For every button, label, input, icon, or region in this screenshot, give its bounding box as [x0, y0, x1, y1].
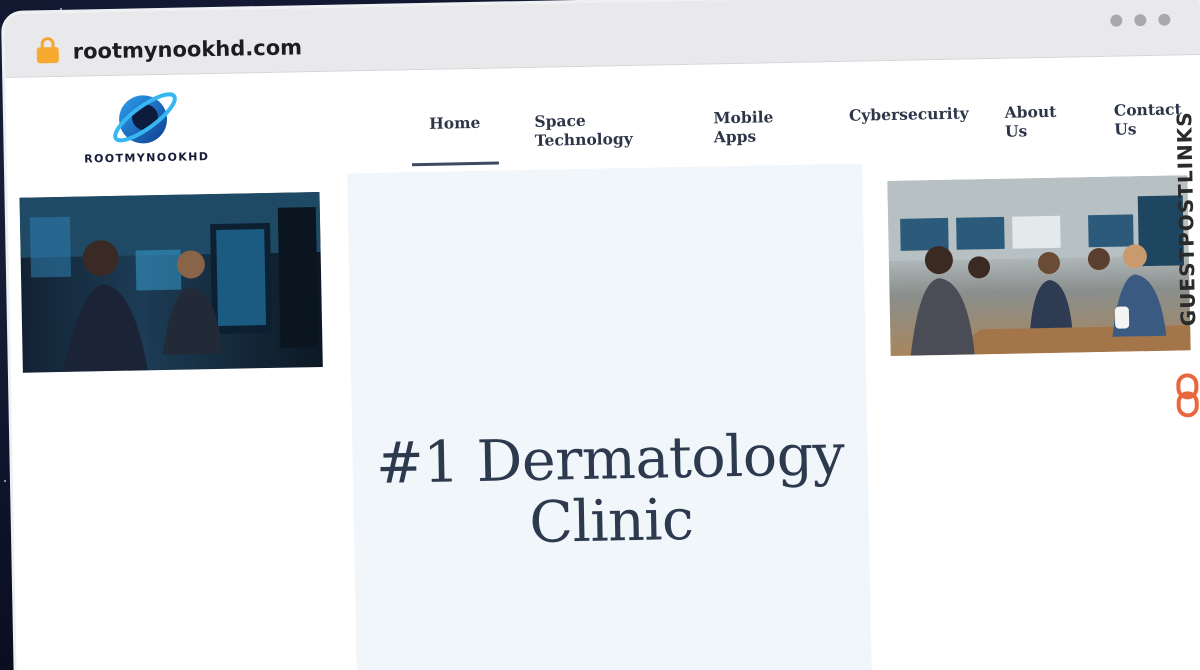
nav-item-mobile-apps[interactable]: Mobile Apps: [713, 106, 813, 146]
window-dot-icon[interactable]: [1134, 14, 1147, 27]
web-page: ROOTMYNOOKHD Home Space Technology Mobil…: [5, 55, 1200, 670]
nav-item-about-us[interactable]: About Us: [1004, 101, 1078, 141]
logo-wordmark: ROOTMYNOOKHD: [84, 150, 210, 166]
chain-link-icon: [1176, 373, 1199, 418]
browser-window: rootmynookhd.com ROOTMYNOOKHD Home Space…: [4, 0, 1200, 670]
lock-icon: [36, 37, 59, 64]
hero-title-line-2: Clinic: [528, 486, 694, 557]
address-bar[interactable]: rootmynookhd.com: [73, 35, 303, 63]
watermark: GUESTPOSTLINKS: [1158, 111, 1200, 418]
main-nav: Home Space Technology Mobile Apps Cybers…: [411, 99, 1200, 152]
hero-panel: #1 Dermatology Clinic: [347, 163, 873, 670]
window-dot-icon[interactable]: [1158, 13, 1171, 26]
nav-item-home[interactable]: Home: [411, 113, 499, 153]
hero-title: #1 Dermatology Clinic: [352, 421, 869, 558]
nav-item-cybersecurity[interactable]: Cybersecurity: [849, 104, 969, 144]
watermark-text: GUESTPOSTLINKS: [1172, 111, 1200, 327]
globe-orbit-icon: [113, 92, 177, 144]
hero-title-line-1: #1 Dermatology: [375, 421, 845, 497]
meeting-room-photo: [887, 175, 1191, 357]
site-logo[interactable]: ROOTMYNOOKHD: [70, 88, 222, 171]
window-controls: [1110, 13, 1171, 27]
window-dot-icon[interactable]: [1110, 14, 1123, 27]
office-monitors-photo: [19, 191, 323, 373]
nav-item-space-technology[interactable]: Space Technology: [534, 109, 678, 150]
